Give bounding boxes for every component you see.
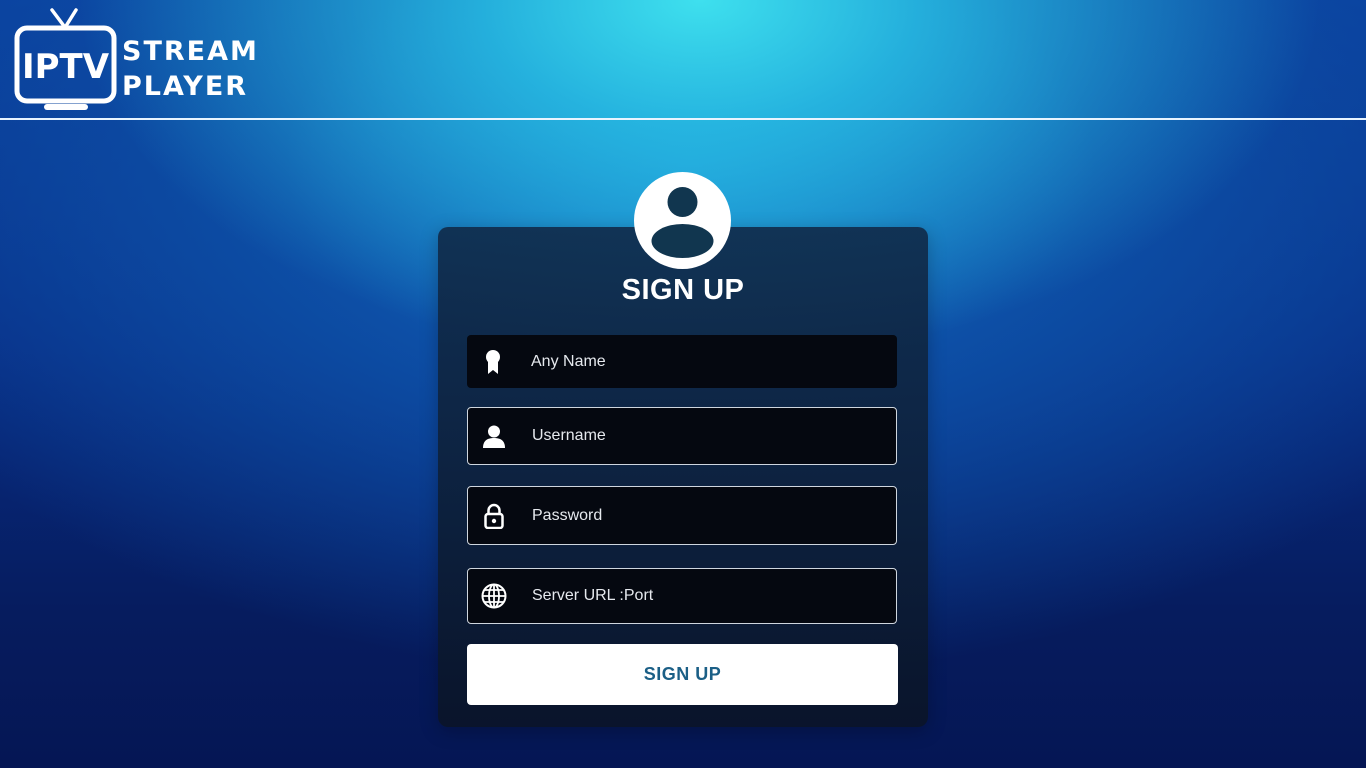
lock-icon xyxy=(481,503,507,529)
tv-logo-icon: IPTV xyxy=(14,8,117,110)
username-field[interactable] xyxy=(467,407,897,465)
app-name-line1: STREAM xyxy=(122,36,259,67)
header-divider xyxy=(0,118,1366,120)
logo-badge-text: IPTV xyxy=(22,47,110,87)
app-name-line2: PLAYER xyxy=(122,71,249,102)
name-input[interactable] xyxy=(531,335,887,388)
avatar-icon xyxy=(634,172,731,269)
name-field[interactable] xyxy=(467,335,897,388)
user-icon xyxy=(481,423,507,449)
app-name: STREAM PLAYER xyxy=(122,34,259,104)
server-url-field[interactable] xyxy=(467,568,897,624)
username-input[interactable] xyxy=(532,408,886,464)
app-logo: IPTV STREAM PLAYER xyxy=(14,6,284,112)
password-input[interactable] xyxy=(532,487,886,544)
server-url-input[interactable] xyxy=(532,569,886,623)
app-header: IPTV STREAM PLAYER xyxy=(0,0,1366,119)
globe-icon xyxy=(481,583,507,609)
signup-button[interactable]: SIGN UP xyxy=(467,644,898,705)
form-title: SIGN UP xyxy=(621,274,745,306)
password-field[interactable] xyxy=(467,486,897,545)
user-avatar-icon xyxy=(651,187,714,258)
ribbon-icon xyxy=(480,349,506,375)
